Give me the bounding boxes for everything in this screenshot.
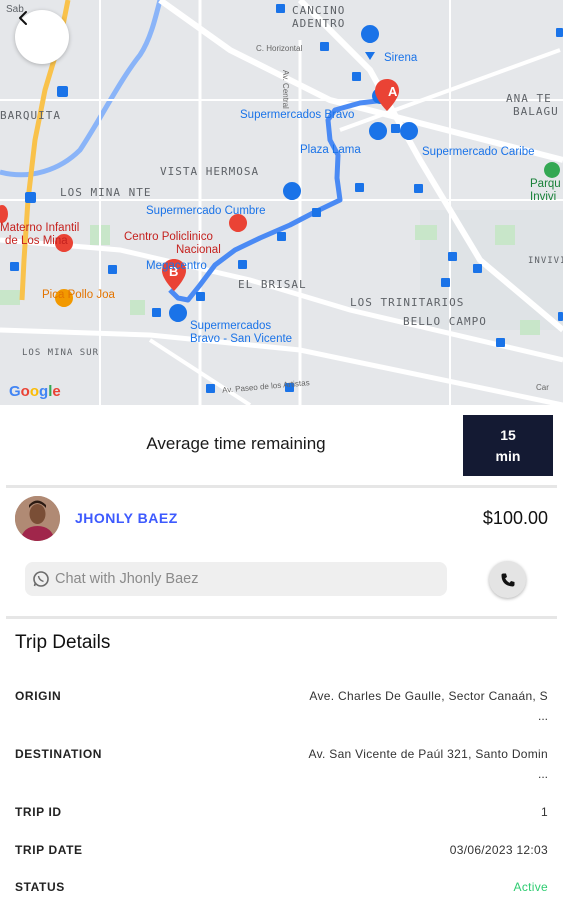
neighborhood-label: VISTA HERMOSA — [160, 165, 260, 178]
poi-label: Plaza Lama — [300, 144, 361, 156]
neighborhood-label: LOS MINA SUR — [22, 348, 100, 358]
map-view[interactable]: A B CANCINO ADENTRO ANA TE BALAGU BARQUI… — [0, 0, 563, 405]
origin-label: ORIGIN — [15, 689, 62, 703]
poi-label: Materno Infantil — [0, 222, 80, 234]
poi-label: Bravo - San Vicente — [190, 333, 293, 345]
neighborhood-label: ADENTRO — [292, 17, 346, 30]
origin-value: Ave. Charles De Gaulle, Sector Canaán, S — [309, 689, 548, 703]
call-button[interactable] — [489, 561, 526, 598]
neighborhood-label: INVIVI — [528, 256, 563, 266]
neighborhood-label: BALAGU — [513, 105, 559, 118]
back-button[interactable] — [15, 10, 69, 64]
divider — [6, 485, 557, 488]
poi-label: Supermercados Bravo — [240, 109, 355, 121]
road-label: Car — [536, 383, 549, 392]
origin-more: ... — [537, 709, 548, 723]
poi-label: Supermercado Cumbre — [146, 205, 266, 217]
poi-label: Invivi — [530, 191, 557, 203]
poi-label: Supermercado Caribe — [422, 146, 535, 158]
chat-placeholder: Chat with Jhonly Baez — [55, 571, 199, 587]
neighborhood-label: CANCINO — [292, 4, 346, 17]
eta-badge: 15 min — [463, 415, 553, 476]
origin-marker-label: A — [388, 84, 399, 99]
neighborhood-label: BELLO CAMPO — [403, 315, 487, 328]
road-label: C. Horizontal — [256, 44, 303, 53]
status-label: STATUS — [15, 880, 65, 894]
poi-label: de Los Mina — [5, 235, 68, 247]
neighborhood-label: EL BRISAL — [238, 278, 307, 291]
poi-label: Centro Policlinico — [124, 231, 213, 243]
neighborhood-label: ANA TE — [506, 92, 552, 105]
chevron-left-icon — [19, 11, 27, 25]
driver-name[interactable]: JHONLY BAEZ — [75, 510, 178, 526]
destination-more: ... — [537, 767, 548, 781]
trip-date-value: 03/06/2023 12:03 — [449, 843, 548, 857]
trip-details-title: Trip Details — [15, 632, 111, 653]
road-label: Av. Central — [281, 70, 290, 109]
google-logo: Google — [9, 383, 61, 400]
trip-date-label: TRIP DATE — [15, 843, 83, 857]
neighborhood-label: BARQUITA — [0, 109, 61, 122]
poi-label: Pica Pollo Joa — [42, 289, 115, 301]
divider — [6, 616, 557, 619]
eta-value: 15 — [500, 426, 516, 443]
poi-label: Supermercados — [190, 320, 272, 332]
eta-unit: min — [495, 447, 521, 464]
poi-label: Parqu — [530, 178, 561, 190]
eta-label: Average time remaining — [146, 434, 326, 453]
neighborhood-label: LOS MINA NTE — [60, 186, 152, 199]
destination-label: DESTINATION — [15, 747, 103, 761]
trip-price: $100.00 — [482, 508, 548, 528]
phone-icon — [501, 573, 514, 586]
whatsapp-icon — [33, 571, 49, 587]
neighborhood-label: LOS TRINITARIOS — [350, 296, 465, 309]
poi-label: Sirena — [384, 52, 418, 64]
chat-input[interactable]: Chat with Jhonly Baez — [25, 562, 447, 596]
poi-label: Megacentro — [146, 260, 207, 272]
status-badge: Active — [513, 880, 548, 894]
trip-id-value: 1 — [541, 805, 548, 819]
destination-value: Av. San Vicente de Paúl 321, Santo Domin — [308, 747, 548, 761]
poi-label: Nacional — [176, 244, 221, 256]
driver-avatar — [15, 496, 60, 541]
eta-section: Average time remaining 15 min — [0, 405, 563, 483]
trip-id-label: TRIP ID — [15, 805, 62, 819]
